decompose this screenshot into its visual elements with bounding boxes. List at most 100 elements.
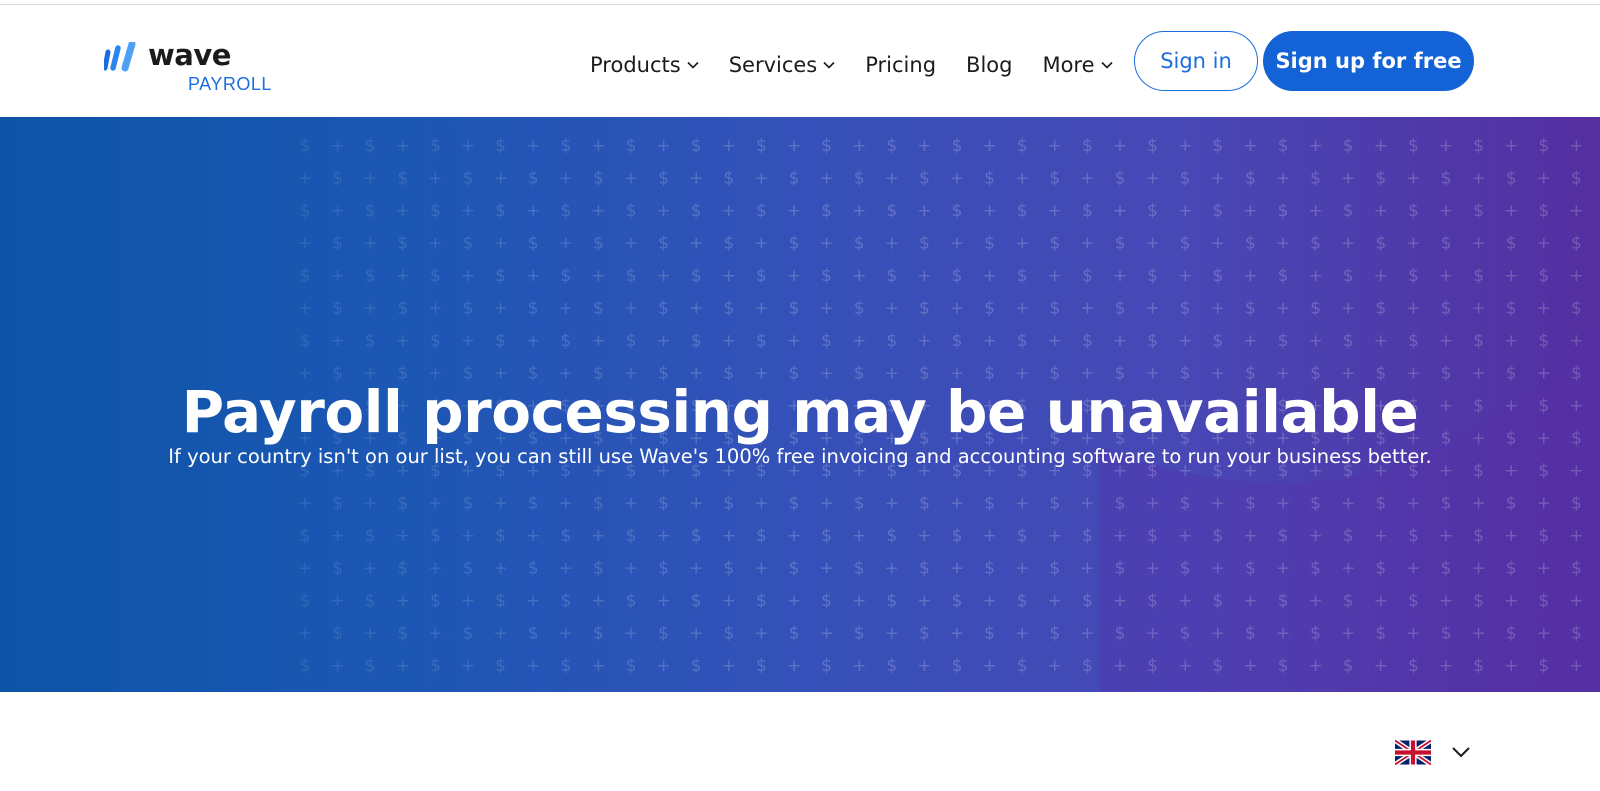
svg-text:+: + <box>1406 299 1420 319</box>
svg-text:+: + <box>1504 656 1518 676</box>
svg-text:+: + <box>1374 136 1388 156</box>
svg-text:+: + <box>428 624 442 644</box>
svg-text:+: + <box>1569 331 1583 351</box>
svg-text:$: $ <box>1473 201 1484 221</box>
svg-text:$: $ <box>593 234 604 254</box>
svg-text:$: $ <box>1049 234 1060 254</box>
svg-text:$: $ <box>723 494 734 514</box>
svg-text:$: $ <box>626 201 637 221</box>
svg-text:+: + <box>1374 526 1388 546</box>
svg-text:$: $ <box>1278 591 1289 611</box>
svg-text:$: $ <box>1375 494 1386 514</box>
svg-text:$: $ <box>463 169 474 189</box>
svg-text:+: + <box>330 201 344 221</box>
svg-text:+: + <box>852 266 866 286</box>
svg-text:+: + <box>1080 234 1094 254</box>
svg-text:$: $ <box>593 494 604 514</box>
svg-text:+: + <box>396 591 410 611</box>
svg-text:+: + <box>493 299 507 319</box>
svg-text:+: + <box>1048 331 1062 351</box>
svg-text:+: + <box>1439 266 1453 286</box>
svg-text:$: $ <box>1375 299 1386 319</box>
svg-text:+: + <box>656 266 670 286</box>
language-selector[interactable] <box>1395 737 1475 767</box>
svg-text:$: $ <box>365 591 376 611</box>
svg-text:$: $ <box>1343 526 1354 546</box>
svg-text:$: $ <box>1538 266 1549 286</box>
sign-up-button[interactable]: Sign up for free <box>1263 31 1474 91</box>
svg-text:+: + <box>656 591 670 611</box>
svg-text:+: + <box>1243 331 1257 351</box>
svg-text:$: $ <box>1245 559 1256 579</box>
svg-text:+: + <box>982 136 996 156</box>
svg-text:$: $ <box>1115 169 1126 189</box>
svg-text:+: + <box>1308 201 1322 221</box>
svg-text:+: + <box>1048 591 1062 611</box>
svg-text:+: + <box>298 494 312 514</box>
svg-text:+: + <box>1439 331 1453 351</box>
svg-text:+: + <box>1341 559 1355 579</box>
svg-text:+: + <box>754 624 768 644</box>
svg-text:$: $ <box>495 526 506 546</box>
nav-blog[interactable]: Blog <box>966 53 1012 77</box>
svg-text:+: + <box>1308 656 1322 676</box>
svg-text:+: + <box>1341 169 1355 189</box>
svg-text:+: + <box>1308 266 1322 286</box>
svg-text:+: + <box>396 526 410 546</box>
svg-text:+: + <box>1537 234 1551 254</box>
svg-text:$: $ <box>1082 201 1093 221</box>
wave-payroll-logo[interactable]: wave PAYROLL <box>104 38 274 94</box>
nav-products[interactable]: Products <box>590 53 699 77</box>
svg-text:+: + <box>1308 591 1322 611</box>
svg-text:$: $ <box>1310 494 1321 514</box>
nav-more[interactable]: More <box>1042 53 1113 77</box>
svg-text:$: $ <box>854 559 865 579</box>
svg-text:$: $ <box>1441 624 1452 644</box>
svg-text:+: + <box>852 591 866 611</box>
svg-text:+: + <box>1145 169 1159 189</box>
svg-text:$: $ <box>1082 136 1093 156</box>
svg-text:+: + <box>624 624 638 644</box>
svg-text:$: $ <box>365 656 376 676</box>
svg-text:+: + <box>885 169 899 189</box>
svg-text:$: $ <box>1049 169 1060 189</box>
nav-pricing[interactable]: Pricing <box>865 53 936 77</box>
svg-text:+: + <box>1569 591 1583 611</box>
svg-text:+: + <box>689 559 703 579</box>
svg-text:+: + <box>1374 201 1388 221</box>
svg-text:$: $ <box>886 331 897 351</box>
svg-text:$: $ <box>952 136 963 156</box>
svg-text:+: + <box>1113 526 1127 546</box>
svg-text:$: $ <box>332 169 343 189</box>
svg-text:$: $ <box>1408 656 1419 676</box>
svg-text:$: $ <box>332 559 343 579</box>
svg-text:+: + <box>1015 624 1029 644</box>
svg-text:+: + <box>787 526 801 546</box>
svg-text:$: $ <box>1278 526 1289 546</box>
svg-text:+: + <box>1308 136 1322 156</box>
chevron-down-icon <box>823 61 835 69</box>
svg-text:$: $ <box>1441 234 1452 254</box>
svg-text:$: $ <box>1049 494 1060 514</box>
svg-text:+: + <box>1504 201 1518 221</box>
nav-services[interactable]: Services <box>729 53 836 77</box>
chevron-down-icon <box>1100 61 1113 69</box>
svg-text:+: + <box>461 266 475 286</box>
sign-in-button[interactable]: Sign in <box>1134 31 1258 91</box>
svg-text:+: + <box>787 266 801 286</box>
svg-text:+: + <box>461 201 475 221</box>
svg-text:$: $ <box>756 656 767 676</box>
svg-text:$: $ <box>1245 494 1256 514</box>
svg-text:+: + <box>917 331 931 351</box>
svg-text:$: $ <box>397 624 408 644</box>
svg-text:$: $ <box>1212 526 1223 546</box>
svg-text:+: + <box>656 136 670 156</box>
svg-text:$: $ <box>854 624 865 644</box>
svg-text:$: $ <box>495 656 506 676</box>
svg-text:$: $ <box>1473 656 1484 676</box>
svg-text:$: $ <box>300 526 311 546</box>
svg-text:$: $ <box>723 559 734 579</box>
svg-text:+: + <box>1537 299 1551 319</box>
svg-text:$: $ <box>1343 201 1354 221</box>
svg-text:+: + <box>1341 624 1355 644</box>
